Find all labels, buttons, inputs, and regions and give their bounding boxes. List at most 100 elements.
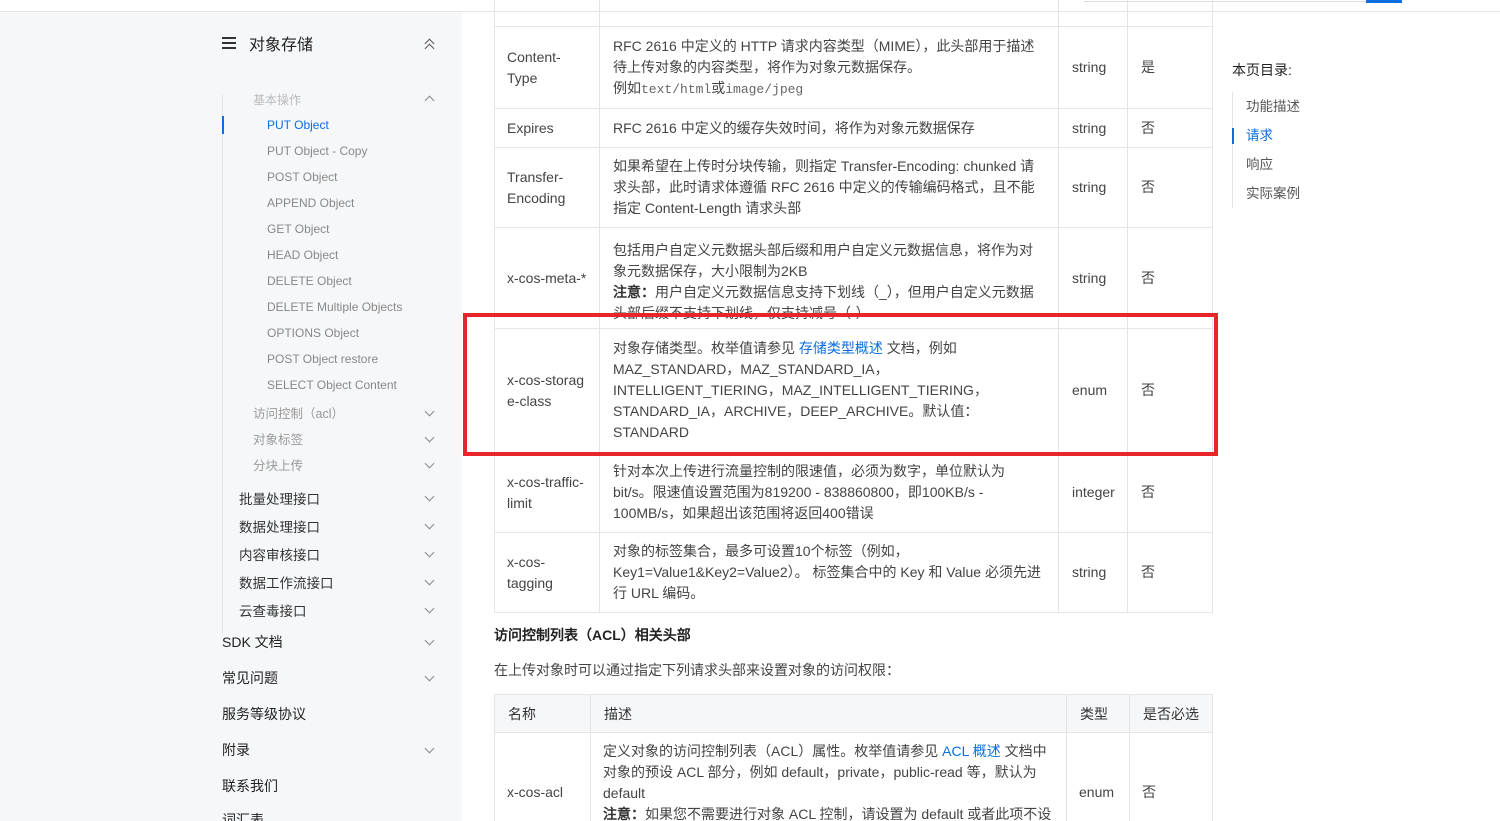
param-type: string — [1058, 532, 1128, 613]
param-name: Content-Type — [494, 26, 600, 109]
param-desc: 针对本次上传进行流量控制的限速值，必须为数字，单位默认为 bit/s。限速值设置… — [599, 452, 1059, 533]
chevron-down-icon — [422, 546, 438, 562]
param-name: x-cos-traffic-limit — [494, 452, 600, 533]
toc-title: 本页目录: — [1232, 62, 1292, 78]
param-required: 否 — [1127, 328, 1213, 453]
sidebar-item-faq[interactable]: 常见问题 — [222, 668, 438, 688]
sidebar-item-sdk-docs[interactable]: SDK 文档 — [222, 632, 438, 652]
param-type: string — [1058, 26, 1128, 109]
param-desc: 包括用户自定义元数据头部后缀和用户自定义元数据信息，将作为对象元数据保存，大小限… — [599, 227, 1059, 329]
sidebar-item-append-object[interactable]: APPEND Object — [267, 196, 447, 210]
sidebar-group-acl[interactable]: 访问控制（acl） — [253, 403, 438, 422]
chevron-down-icon — [422, 602, 438, 618]
column-header-type: 类型 — [1066, 694, 1130, 733]
chevron-down-icon — [422, 490, 438, 506]
sidebar-group-tagging[interactable]: 对象标签 — [253, 429, 438, 448]
chevron-down-icon — [422, 431, 438, 447]
table-row: x-cos-acl 定义对象的访问控制列表（ACL）属性。枚举值请参见 ACL … — [494, 732, 1213, 821]
param-required: 否 — [1129, 732, 1213, 821]
sidebar-nav: 对象存储 基本操作 PUT Object PUT Object - Copy P… — [0, 12, 462, 821]
chevron-down-icon — [422, 742, 438, 758]
sidebar-group-content-audit[interactable]: 内容审核接口 — [239, 544, 438, 564]
table-header-row: 名称 描述 类型 是否必选 — [494, 694, 1213, 733]
toc-list: 功能描述 请求 响应 实际案例 — [1232, 92, 1452, 208]
menu-icon — [222, 37, 236, 49]
param-name: x-cos-meta-* — [494, 227, 600, 329]
table-row: x-cos-meta-* 包括用户自定义元数据头部后缀和用户自定义元数据信息，将… — [494, 227, 1213, 329]
param-name: x-cos-acl — [494, 732, 591, 821]
sidebar-group-data-processing[interactable]: 数据处理接口 — [239, 516, 438, 536]
top-search-button[interactable] — [1366, 0, 1402, 3]
toc-item-example[interactable]: 实际案例 — [1246, 179, 1452, 208]
sidebar-group-data-workflow[interactable]: 数据工作流接口 — [239, 572, 438, 592]
column-header-required: 是否必选 — [1129, 694, 1213, 733]
param-type: string — [1058, 108, 1128, 148]
toc-item-description[interactable]: 功能描述 — [1246, 92, 1452, 121]
sidebar-item-delete-multiple-objects[interactable]: DELETE Multiple Objects — [267, 300, 447, 314]
page-toc: 本页目录: 功能描述 请求 响应 实际案例 — [1232, 60, 1452, 208]
param-desc: 对象存储类型。枚举值请参见 存储类型概述 文档，例如 MAZ_STANDARD，… — [599, 328, 1059, 453]
sidebar-item-post-object-restore[interactable]: POST Object restore — [267, 352, 447, 366]
param-type: integer — [1058, 452, 1128, 533]
sidebar-item-glossary[interactable]: 词汇表 — [222, 810, 438, 821]
param-type: string — [1058, 227, 1128, 329]
sidebar-header[interactable]: 对象存储 — [222, 32, 438, 54]
table-row: Transfer-Encoding 如果希望在上传时分块传输，则指定 Trans… — [494, 147, 1213, 228]
sidebar-group-virus-scan[interactable]: 云查毒接口 — [239, 600, 438, 620]
acl-section-intro: 在上传对象时可以通过指定下列请求头部来设置对象的访问权限： — [494, 662, 900, 678]
toc-item-response[interactable]: 响应 — [1246, 150, 1452, 179]
acl-overview-link[interactable]: ACL 概述 — [942, 743, 1001, 759]
table-row: Expires RFC 2616 中定义的缓存失效时间，将作为对象元数据保存 s… — [494, 108, 1213, 148]
storage-class-overview-link[interactable]: 存储类型概述 — [799, 340, 883, 356]
param-type: string — [1058, 147, 1128, 228]
sidebar-item-put-object[interactable]: PUT Object — [267, 118, 447, 132]
param-desc: RFC 2616 中定义的 HTTP 请求内容类型（MIME），此头部用于描述待… — [599, 26, 1059, 109]
param-required: 否 — [1127, 227, 1213, 329]
param-desc: 如果希望在上传时分块传输，则指定 Transfer-Encoding: chun… — [599, 147, 1059, 228]
param-required: 否 — [1127, 452, 1213, 533]
table-row: x-cos-tagging 对象的标签集合，最多可设置10个标签（例如，Key1… — [494, 532, 1213, 613]
sidebar-group-batch[interactable]: 批量处理接口 — [239, 488, 438, 508]
sidebar-item-sla[interactable]: 服务等级协议 — [222, 704, 438, 724]
column-header-name: 名称 — [494, 694, 591, 733]
chevron-down-icon — [422, 574, 438, 590]
column-header-desc: 描述 — [590, 694, 1067, 733]
sidebar-item-contact[interactable]: 联系我们 — [222, 776, 438, 796]
param-type: enum — [1058, 328, 1128, 453]
chevron-down-icon — [422, 405, 438, 421]
sidebar-item-options-object[interactable]: OPTIONS Object — [267, 326, 447, 340]
param-type: enum — [1066, 732, 1130, 821]
table-row: Content-Type RFC 2616 中定义的 HTTP 请求内容类型（M… — [494, 26, 1213, 109]
table-row: x-cos-traffic-limit 针对本次上传进行流量控制的限速值，必须为… — [494, 452, 1213, 533]
sidebar-item-appendix[interactable]: 附录 — [222, 740, 438, 760]
chevron-down-icon — [422, 634, 438, 650]
sidebar-item-get-object[interactable]: GET Object — [267, 222, 447, 236]
request-headers-table: Content-Type RFC 2616 中定义的 HTTP 请求内容类型（M… — [494, 0, 1213, 613]
param-name: x-cos-tagging — [494, 532, 600, 613]
sidebar-item-delete-object[interactable]: DELETE Object — [267, 274, 447, 288]
param-name: Expires — [494, 108, 600, 148]
sidebar-item-post-object[interactable]: POST Object — [267, 170, 447, 184]
toc-item-request[interactable]: 请求 — [1232, 121, 1452, 150]
collapse-all-icon[interactable] — [422, 35, 438, 51]
sidebar-item-select-object-content[interactable]: SELECT Object Content — [267, 378, 447, 392]
chevron-down-icon — [422, 518, 438, 534]
sidebar-item-put-object-copy[interactable]: PUT Object - Copy — [267, 144, 447, 158]
acl-section-title: 访问控制列表（ACL）相关头部 — [494, 627, 691, 643]
table-row — [494, 0, 1213, 27]
chevron-up-icon — [422, 92, 438, 106]
sidebar-group-multipart[interactable]: 分块上传 — [253, 455, 438, 474]
param-required: 否 — [1127, 532, 1213, 613]
sidebar-group-basic-ops[interactable]: 基本操作 — [253, 92, 438, 107]
param-name: x-cos-storage-class — [494, 328, 600, 453]
sidebar-item-head-object[interactable]: HEAD Object — [267, 248, 447, 262]
param-required: 否 — [1127, 108, 1213, 148]
chevron-down-icon — [422, 670, 438, 686]
active-indicator — [222, 116, 224, 134]
param-desc: RFC 2616 中定义的缓存失效时间，将作为对象元数据保存 — [599, 108, 1059, 148]
table-row: x-cos-storage-class 对象存储类型。枚举值请参见 存储类型概述… — [494, 328, 1213, 453]
param-required: 否 — [1127, 147, 1213, 228]
param-desc: 对象的标签集合，最多可设置10个标签（例如，Key1=Value1&Key2=V… — [599, 532, 1059, 613]
chevron-down-icon — [422, 457, 438, 473]
sidebar-title: 对象存储 — [249, 37, 314, 54]
